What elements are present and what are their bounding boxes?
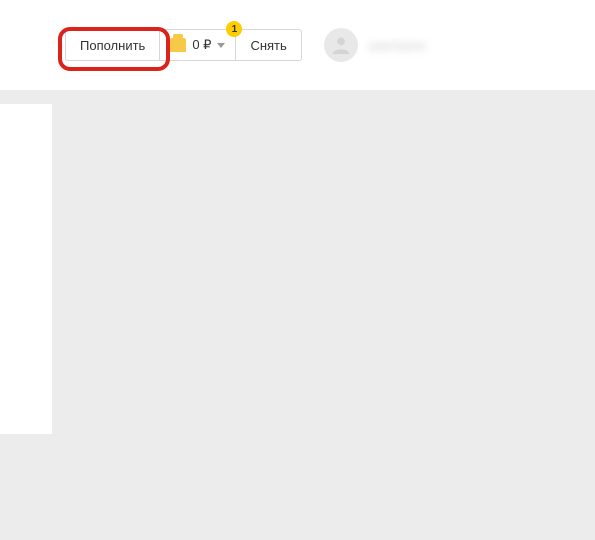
- wallet-icon: [170, 38, 186, 52]
- username-label: username: [368, 38, 426, 53]
- avatar: [324, 28, 358, 62]
- chevron-down-icon: [217, 43, 225, 48]
- deposit-label: Пополнить: [80, 38, 145, 53]
- user-block[interactable]: username: [324, 28, 426, 62]
- person-icon: [330, 34, 352, 56]
- side-strip: [0, 104, 52, 434]
- balance-amount: 0 ₽: [192, 37, 211, 53]
- content-area: [0, 90, 595, 540]
- deposit-button[interactable]: Пополнить: [65, 29, 160, 61]
- balance-dropdown[interactable]: 0 ₽ 1: [160, 29, 236, 61]
- top-toolbar: Пополнить 0 ₽ 1 Снять username: [0, 0, 595, 90]
- balance-button-group: Пополнить 0 ₽ 1 Снять: [65, 29, 302, 61]
- withdraw-button[interactable]: Снять: [236, 29, 301, 61]
- withdraw-label: Снять: [250, 38, 286, 53]
